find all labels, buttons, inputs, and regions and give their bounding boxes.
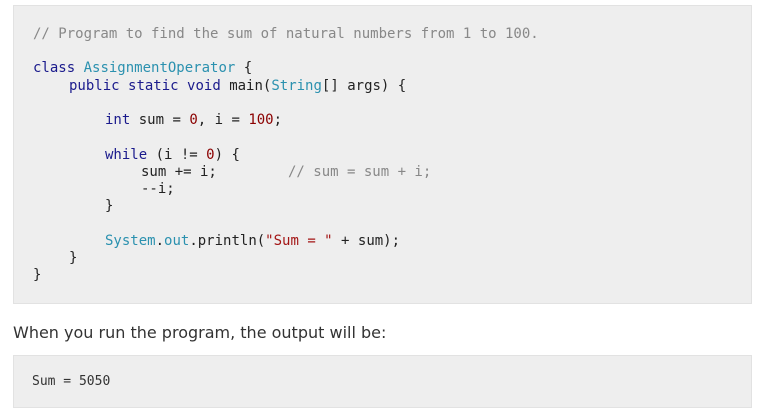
println-call: .println( — [189, 233, 266, 249]
code-inline-comment: // sum = sum + i; — [288, 164, 432, 180]
code-line-while: while (i != 0) { — [105, 147, 240, 163]
keyword-int: int — [105, 112, 131, 128]
code-line-add: sum += i; — [141, 164, 217, 180]
output-line: Sum = 5050 — [32, 374, 111, 389]
decl-i: , i = — [197, 112, 249, 128]
keyword-class: class — [33, 60, 76, 76]
decl-sum: sum = — [130, 112, 190, 128]
system-object: System — [105, 233, 156, 249]
code-while-close-brace: } — [105, 198, 114, 214]
method-params: [] args) { — [321, 78, 407, 94]
keyword-void: void — [187, 78, 221, 94]
number-zero: 0 — [189, 112, 198, 128]
output-intro-text: When you run the program, the output wil… — [13, 323, 387, 342]
class-open-brace: { — [235, 60, 253, 76]
while-number-zero: 0 — [206, 147, 215, 163]
code-block: // Program to find the sum of natural nu… — [13, 5, 752, 304]
method-name: main( — [229, 78, 272, 94]
out-field: out — [164, 233, 190, 249]
code-line-declaration: int sum = 0, i = 100; — [105, 112, 282, 128]
number-hundred: 100 — [248, 112, 274, 128]
while-condition-close: ) { — [214, 147, 240, 163]
while-condition-open: (i != — [147, 147, 207, 163]
code-line-main: public static void main(String[] args) { — [69, 78, 406, 94]
keyword-while: while — [105, 147, 148, 163]
class-name: AssignmentOperator — [83, 60, 236, 76]
code-line-decrement: --i; — [141, 181, 175, 197]
output-block: Sum = 5050 — [13, 355, 752, 408]
dot-separator: . — [155, 233, 165, 249]
code-method-close-brace: } — [69, 250, 78, 266]
decl-semicolon: ; — [273, 112, 283, 128]
code-line-class: class AssignmentOperator { — [33, 60, 252, 76]
println-tail: + sum); — [332, 233, 401, 249]
string-literal: "Sum = " — [265, 233, 333, 249]
keyword-public: public — [69, 78, 120, 94]
keyword-static: static — [128, 78, 179, 94]
type-string: String — [271, 78, 322, 94]
code-line-println: System.out.println("Sum = " + sum); — [105, 233, 400, 249]
code-comment-header: // Program to find the sum of natural nu… — [33, 26, 539, 42]
code-class-close-brace: } — [33, 267, 42, 283]
